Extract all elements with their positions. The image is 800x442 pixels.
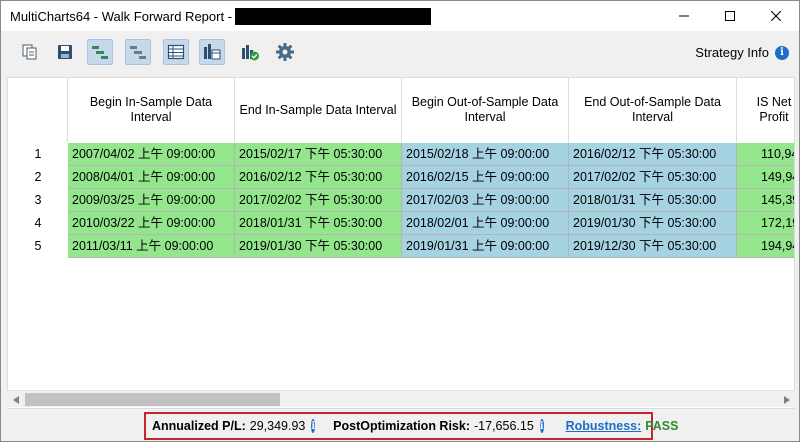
scrollbar-thumb[interactable] [25,393,280,406]
robustness-status: PASS [645,419,679,433]
cell-end-oos: 2016/02/12 下午 05:30:00 [569,143,737,166]
cell-is-net-profit: 172,19 [737,212,794,235]
robustness-link[interactable]: Robustness: [566,419,642,433]
column-header-begin-is[interactable]: Begin In-Sample Data Interval [68,78,235,142]
cell-end-is: 2017/02/02 下午 05:30:00 [235,189,402,212]
row-number: 5 [34,239,42,253]
cell-begin-oos: 2015/02/18 上午 09:00:00 [402,143,569,166]
annualized-pl-label: Annualized P/L: [152,419,246,433]
cell-begin-is: 2010/03/22 上午 09:00:00 [68,212,235,235]
gantt-in-sample-icon [92,46,108,59]
summary-status-bar: Annualized P/L: 29,349.93 i PostOptimiza… [144,412,678,440]
row-number: 1 [34,147,42,161]
walk-forward-report-window: MultiCharts64 - Walk Forward Report - St… [0,0,800,442]
cell-end-oos: 2017/02/02 下午 05:30:00 [569,166,737,189]
copy-button[interactable] [17,39,43,65]
cell-end-is: 2015/02/17 下午 05:30:00 [235,143,402,166]
chevron-right-icon [783,395,790,404]
chevron-left-icon [12,395,19,404]
table-row[interactable]: 3 2009/03/25 上午 09:00:00 2017/02/02 下午 0… [8,189,794,212]
window-controls [661,1,799,31]
post-optimization-risk-value: -17,656.15 [474,419,534,433]
walk-forward-table: Begin In-Sample Data Interval End In-Sam… [7,77,795,409]
settings-button[interactable] [272,39,298,65]
chart-calendar-icon [204,44,221,60]
cell-end-is: 2016/02/12 下午 05:30:00 [235,166,402,189]
close-icon [771,11,781,21]
column-header-begin-oos[interactable]: Begin Out-of-Sample Data Interval [402,78,569,142]
horizontal-scrollbar[interactable] [7,390,795,407]
minimize-icon [679,15,689,17]
table-view-icon [167,44,185,60]
close-button[interactable] [753,1,799,31]
strategy-info-link[interactable]: Strategy Info i [695,45,789,60]
cell-is-net-profit: 145,39 [737,189,794,212]
cell-end-oos: 2019/12/30 下午 05:30:00 [569,235,737,258]
column-header-end-oos[interactable]: End Out-of-Sample Data Interval [569,78,737,142]
cell-is-net-profit: 194,94 [737,235,794,258]
in-sample-gantt-button[interactable] [87,39,113,65]
risk-info-icon[interactable]: i [539,419,544,433]
cell-begin-is: 2011/03/11 上午 09:00:00 [68,235,235,258]
cell-end-is: 2018/01/31 下午 05:30:00 [235,212,402,235]
table-view-button[interactable] [163,39,189,65]
scroll-right-button[interactable] [778,391,795,408]
cell-begin-is: 2009/03/25 上午 09:00:00 [68,189,235,212]
column-header-end-is[interactable]: End In-Sample Data Interval [235,78,402,142]
table-row[interactable]: 5 2011/03/11 上午 09:00:00 2019/01/30 下午 0… [8,235,794,258]
maximize-icon [725,11,735,21]
cell-begin-oos: 2019/01/31 上午 09:00:00 [402,235,569,258]
is-net-profit-label: IS Net Profit [756,95,792,124]
annualized-info-icon[interactable]: i [311,419,316,433]
row-number: 3 [34,193,42,207]
row-number: 4 [34,216,42,230]
chart-check-icon [242,45,259,61]
post-optimization-risk-label: PostOptimization Risk: [333,419,470,433]
gantt-out-of-sample-icon [130,46,146,59]
window-title: MultiCharts64 - Walk Forward Report - [10,8,233,24]
table-row[interactable]: 2 2008/04/01 上午 09:00:00 2016/02/12 下午 0… [8,166,794,189]
chart-calendar-button[interactable] [199,39,225,65]
chart-check-button[interactable] [237,39,263,65]
row-number: 2 [34,170,42,184]
title-bar: MultiCharts64 - Walk Forward Report - [1,1,799,31]
column-header-is-net-profit[interactable]: IS Net Profit [737,78,794,142]
cell-begin-oos: 2016/02/15 上午 09:00:00 [402,166,569,189]
row-number-header [8,78,68,142]
scroll-left-button[interactable] [7,391,24,408]
toolbar: Strategy Info i [1,31,799,75]
cell-begin-oos: 2017/02/03 上午 09:00:00 [402,189,569,212]
copy-icon [22,44,37,60]
info-icon: i [775,45,789,60]
save-icon [58,45,72,59]
cell-begin-oos: 2018/02/01 上午 09:00:00 [402,212,569,235]
cell-begin-is: 2007/04/02 上午 09:00:00 [68,143,235,166]
minimize-button[interactable] [661,1,707,31]
cell-end-oos: 2018/01/31 下午 05:30:00 [569,189,737,212]
table-row[interactable]: 4 2010/03/22 上午 09:00:00 2018/01/31 下午 0… [8,212,794,235]
redacted-title-block [235,7,432,25]
table-row[interactable]: 1 2007/04/02 上午 09:00:00 2015/02/17 下午 0… [8,143,794,166]
annualized-pl-value: 29,349.93 [249,419,306,433]
cell-is-net-profit: 149,94 [737,166,794,189]
cell-is-net-profit: 110,94 [737,143,794,166]
cell-end-is: 2019/01/30 下午 05:30:00 [235,235,402,258]
strategy-info-label: Strategy Info [695,45,769,60]
gear-icon [276,43,294,61]
save-button[interactable] [52,39,78,65]
maximize-button[interactable] [707,1,753,31]
cell-begin-is: 2008/04/01 上午 09:00:00 [68,166,235,189]
cell-end-oos: 2019/01/30 下午 05:30:00 [569,212,737,235]
out-of-sample-gantt-button[interactable] [125,39,151,65]
